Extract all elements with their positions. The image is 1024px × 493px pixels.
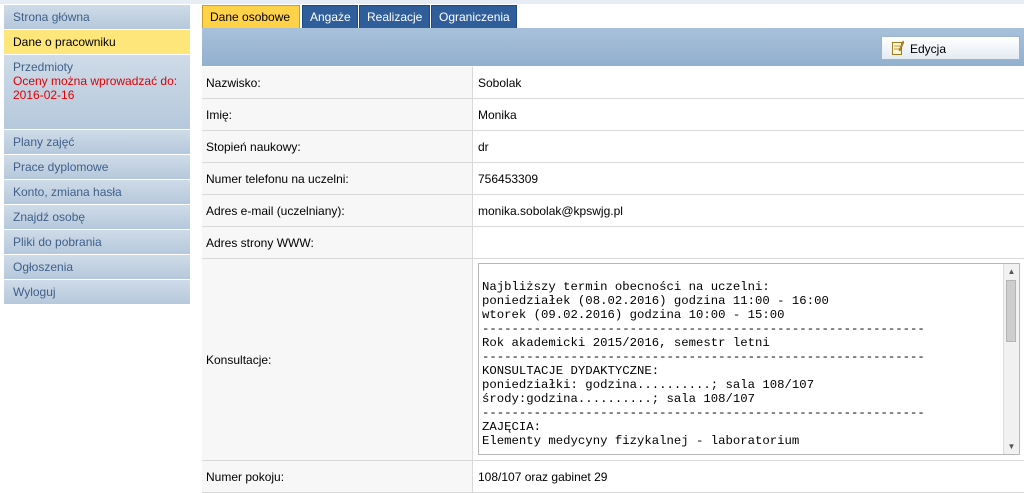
- field-value: Sobolak: [478, 75, 522, 90]
- table-row: Imię: Monika: [202, 99, 1024, 131]
- sidebar-nav: Strona główna Dane o pracowniku Przedmio…: [4, 5, 190, 305]
- consultations-row: Konsultacje: Najbliższy termin obecności…: [202, 259, 1024, 461]
- sidebar-item-logout[interactable]: Wyloguj: [4, 280, 190, 305]
- edit-icon: [892, 40, 904, 55]
- grades-deadline-warning: Oceny można wprowadzać do: 2016-02-16: [13, 74, 178, 102]
- field-label: Stopień naukowy:: [202, 131, 473, 162]
- field-label: Nazwisko:: [202, 67, 473, 98]
- field-label: Numer pokoju:: [202, 461, 473, 492]
- consultations-scrollbar[interactable]: ▲ ▼: [1003, 264, 1019, 454]
- table-row: Numer telefonu na uczelni: 756453309: [202, 163, 1024, 195]
- tab-restrictions[interactable]: Ograniczenia: [431, 5, 517, 28]
- field-value: [478, 227, 1024, 258]
- scroll-up-icon[interactable]: ▲: [1004, 264, 1019, 279]
- field-label: Imię:: [202, 99, 473, 130]
- table-row: Adres e-mail (uczelniany): monika.sobola…: [202, 195, 1024, 227]
- field-label: Numer telefonu na uczelni:: [202, 163, 473, 194]
- toolbar: Edycja: [202, 28, 1024, 66]
- field-value: monika.sobolak@kpswjg.pl: [478, 203, 623, 218]
- consultations-textarea[interactable]: Najbliższy termin obecności na uczelni: …: [478, 263, 1020, 455]
- sidebar-item-subjects[interactable]: Przedmioty Oceny można wprowadzać do: 20…: [4, 55, 190, 130]
- field-label: Adres e-mail (uczelniany):: [202, 195, 473, 226]
- scroll-down-icon[interactable]: ▼: [1004, 439, 1019, 454]
- table-row: Nazwisko: Sobolak: [202, 67, 1024, 99]
- sidebar-item-theses[interactable]: Prace dyplomowe: [4, 155, 190, 180]
- scroll-thumb[interactable]: [1006, 280, 1016, 342]
- sidebar-item-downloads[interactable]: Pliki do pobrania: [4, 230, 190, 255]
- sidebar-item-home[interactable]: Strona główna: [4, 5, 190, 30]
- field-value: Monika: [478, 107, 517, 122]
- tab-realizations[interactable]: Realizacje: [359, 5, 430, 28]
- field-value: 108/107 oraz gabinet 29: [478, 469, 608, 484]
- sidebar-item-employee-data[interactable]: Dane o pracowniku: [4, 30, 190, 55]
- personal-data-table: Nazwisko: Sobolak Imię: Monika Stopień n…: [202, 67, 1024, 493]
- edit-button[interactable]: Edycja: [881, 36, 1020, 60]
- sidebar-item-schedules[interactable]: Plany zajęć: [4, 130, 190, 155]
- sidebar-item-account[interactable]: Konto, zmiana hasła: [4, 180, 190, 205]
- field-value: 756453309: [478, 171, 539, 186]
- field-value: dr: [478, 139, 489, 154]
- tab-contracts[interactable]: Angaże: [302, 5, 358, 28]
- sidebar-item-subjects-label: Przedmioty: [13, 60, 74, 74]
- table-row: Numer pokoju: 108/107 oraz gabinet 29: [202, 461, 1024, 493]
- sidebar-item-announcements[interactable]: Ogłoszenia: [4, 255, 190, 280]
- edit-button-label: Edycja: [910, 42, 947, 56]
- consultations-text: Najbliższy termin obecności na uczelni: …: [482, 280, 925, 448]
- field-label: Adres strony WWW:: [202, 227, 473, 258]
- table-row: Adres strony WWW:: [202, 227, 1024, 259]
- table-row: Stopień naukowy: dr: [202, 131, 1024, 163]
- tab-personal-data[interactable]: Dane osobowe: [202, 5, 300, 28]
- sidebar-item-find-person[interactable]: Znajdź osobę: [4, 205, 190, 230]
- consultations-label: Konsultacje:: [202, 259, 473, 460]
- top-border: [0, 0, 1024, 4]
